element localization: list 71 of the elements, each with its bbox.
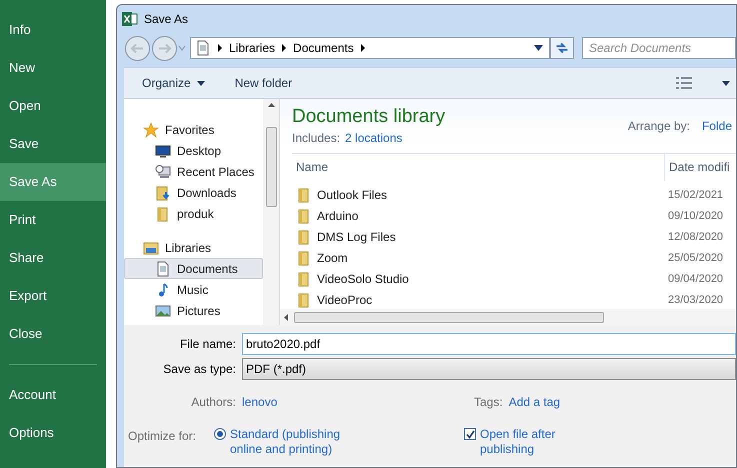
organize-menu-button[interactable]: Organize [142,74,205,92]
address-bar[interactable]: Libraries Documents [190,37,550,59]
arrange-by-link[interactable]: Folde [702,116,732,135]
checkbox-label[interactable]: Open file after publishing [480,427,570,457]
radio-button[interactable] [214,428,226,440]
nav-item[interactable]: Downloads [124,182,263,203]
nav-item[interactable]: Desktop [124,140,263,161]
vertical-scrollbar[interactable] [263,99,279,325]
monitor-icon [155,142,171,158]
authors-link[interactable]: lenovo [242,393,474,411]
date-cell-text: 09/10/2020 [667,209,724,224]
document-icon [155,260,171,276]
nav-item[interactable]: Documents [124,258,263,279]
nav-item[interactable]: produk [124,203,263,224]
date-cell-text: 09/04/2020 [667,272,724,287]
file-name-cell[interactable]: Arduino [317,207,358,226]
file-name-label: File name: [178,336,237,352]
date-cell-text: 15/02/2021 [667,188,724,203]
save-type-dropdown[interactable]: PDF (*.pdf) [242,358,736,380]
library-title: Documents library [292,105,446,129]
file-name-cell[interactable]: DMS Log Files [317,228,396,246]
optimize-label: Optimize for: [128,428,198,445]
breadcrumb-item[interactable]: Libraries [229,39,276,57]
date-cell-text: 23/03/2020 [667,293,724,308]
radio-label[interactable]: Standard (publishing online and printing) [230,427,365,457]
refresh-icon[interactable] [550,37,574,59]
arrange-by-label: Arrange by: [628,118,690,135]
picture-icon [155,302,171,318]
nav-item[interactable]: Libraries [124,237,263,258]
caret-icon[interactable] [722,80,730,86]
date-cell-text: 12/08/2020 [667,230,724,245]
caret-icon[interactable] [534,45,543,51]
nav-item[interactable]: Music [124,279,263,300]
window-title: Save As [144,11,188,28]
caret-icon [196,80,205,86]
library-folder-icon [143,240,159,256]
horizontal-scrollbar[interactable] [280,309,736,325]
file-name-field[interactable]: bruto2020.pdf [242,332,736,354]
nav-item[interactable]: Favorites [124,119,263,140]
column-header[interactable]: Date modifi [664,154,736,181]
chevron-icon[interactable] [360,44,366,52]
nav-item[interactable]: Pictures [124,300,263,321]
save-type-label: Save as type: [162,361,237,378]
file-name-cell[interactable]: Outlook Files [317,186,388,204]
breadcrumb-item[interactable]: Documents [293,39,354,57]
computer-clock-icon [155,164,171,180]
spreadsheet-app-icon [122,11,138,27]
search-field[interactable]: Search Documents [582,37,736,59]
scroll-up-arrow-icon[interactable] [268,103,274,107]
view-list-icon[interactable] [676,77,692,89]
file-name-cell[interactable]: VideoProc [317,291,372,309]
file-name-cell[interactable]: Zoom [317,249,348,268]
scrollbar-thumb[interactable] [266,127,276,207]
date-cell-text: 25/05/2020 [667,251,724,266]
locations-link[interactable]: 2 locations [345,128,402,147]
star-icon [143,122,159,138]
new-folder-button[interactable]: New folder [234,74,292,92]
nav-item[interactable]: Recent Places [124,161,263,182]
checkbox[interactable] [464,428,476,440]
download-folder-icon [155,184,171,200]
scroll-left-arrow-icon[interactable] [284,314,288,320]
chevron-icon[interactable] [217,44,223,52]
includes-label: Includes: [292,130,340,147]
tags-label: Tags: [474,394,504,411]
tags-link[interactable]: Add a tag [508,393,560,411]
file-name-cell[interactable]: VideoSolo Studio [317,270,409,288]
column-header[interactable]: Name [292,158,664,176]
chevron-icon[interactable] [281,44,288,52]
backstage-menu-item[interactable]: Save As [0,163,106,201]
document-icon [195,40,211,56]
authors-label: Authors: [190,394,237,411]
